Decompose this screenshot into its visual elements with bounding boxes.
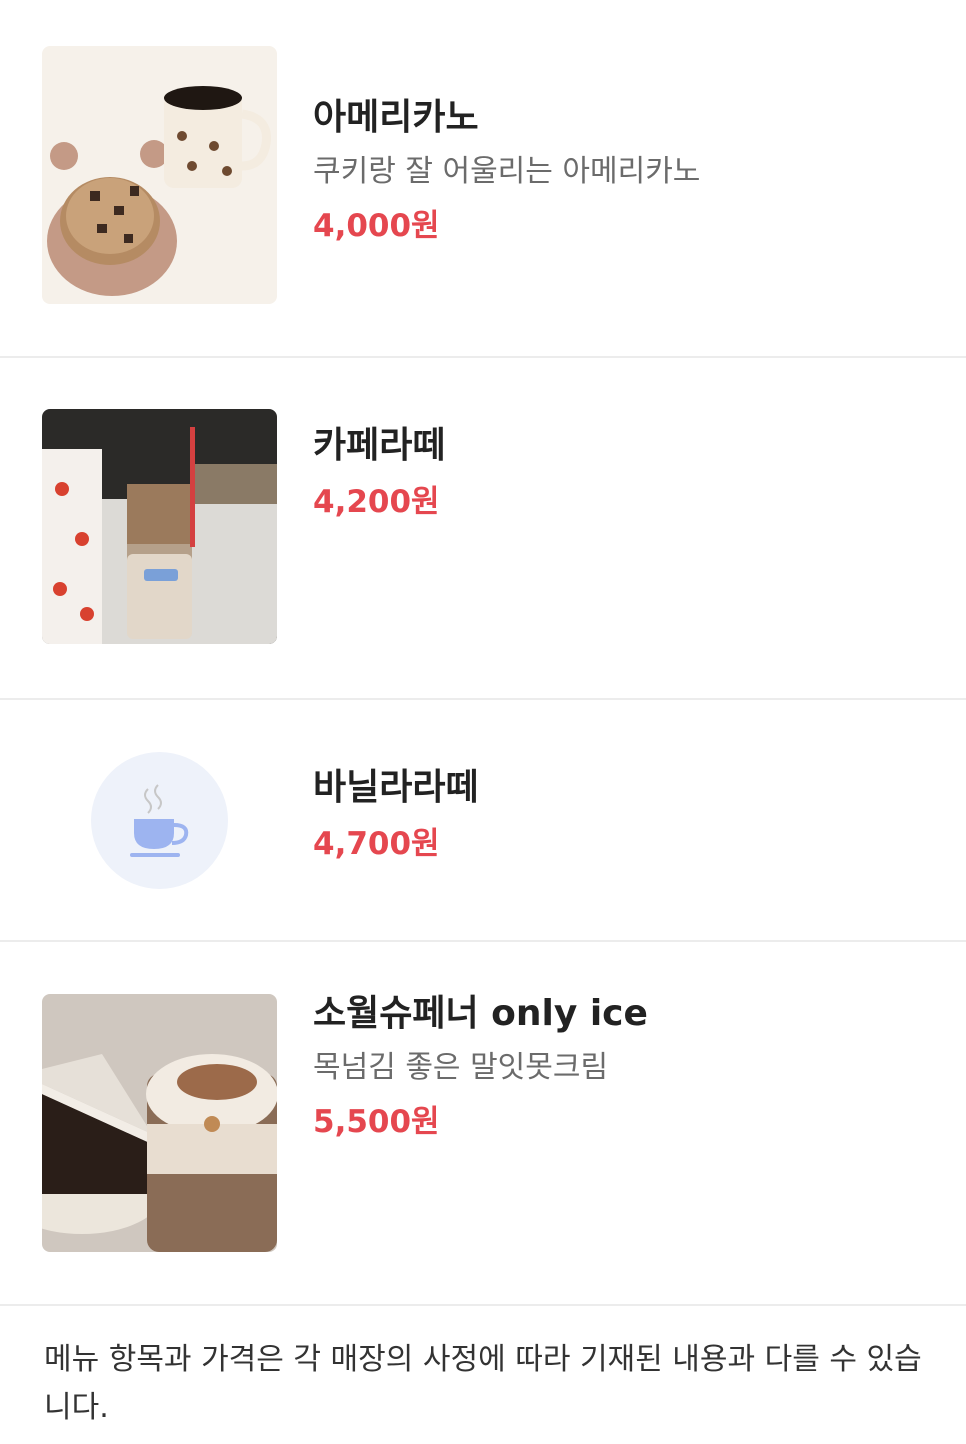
menu-item-name: 바닐라라떼 <box>313 767 479 808</box>
menu-item-sowol-einspanner[interactable]: 소월슈페너 only ice 목넘김 좋은 말잇못크림 5,500원 <box>0 942 966 1306</box>
menu-item-description: 목넘김 좋은 말잇못크림 <box>313 1050 609 1085</box>
menu-item-vanilla-latte[interactable]: 바닐라라떼 4,700원 <box>0 700 966 942</box>
americano-photo <box>42 46 277 304</box>
menu-item-price: 5,500원 <box>313 1104 440 1140</box>
menu-item-name: 카페라떼 <box>313 425 446 466</box>
einspanner-photo <box>42 994 277 1252</box>
menu-item-americano[interactable]: 아메리카노 쿠키랑 잘 어울리는 아메리카노 4,000원 <box>0 0 966 358</box>
menu-item-price: 4,700원 <box>313 826 440 862</box>
menu-item-description: 쿠키랑 잘 어울리는 아메리카노 <box>313 154 701 189</box>
menu-list: 아메리카노 쿠키랑 잘 어울리는 아메리카노 4,000원 카페라떼 4,200… <box>0 0 966 1306</box>
menu-item-placeholder <box>91 752 228 889</box>
menu-item-price: 4,000원 <box>313 208 440 244</box>
menu-item-name: 아메리카노 <box>313 97 479 138</box>
menu-notice: 메뉴 항목과 가격은 각 매장의 사정에 따라 기재된 내용과 다를 수 있습니… <box>44 1342 922 1425</box>
menu-item-price: 4,200원 <box>313 484 440 520</box>
menu-item-name: 소월슈페너 only ice <box>313 993 648 1034</box>
cafe-latte-photo <box>42 409 277 644</box>
coffee-cup-icon <box>129 783 188 857</box>
menu-item-cafe-latte[interactable]: 카페라떼 4,200원 <box>0 358 966 700</box>
